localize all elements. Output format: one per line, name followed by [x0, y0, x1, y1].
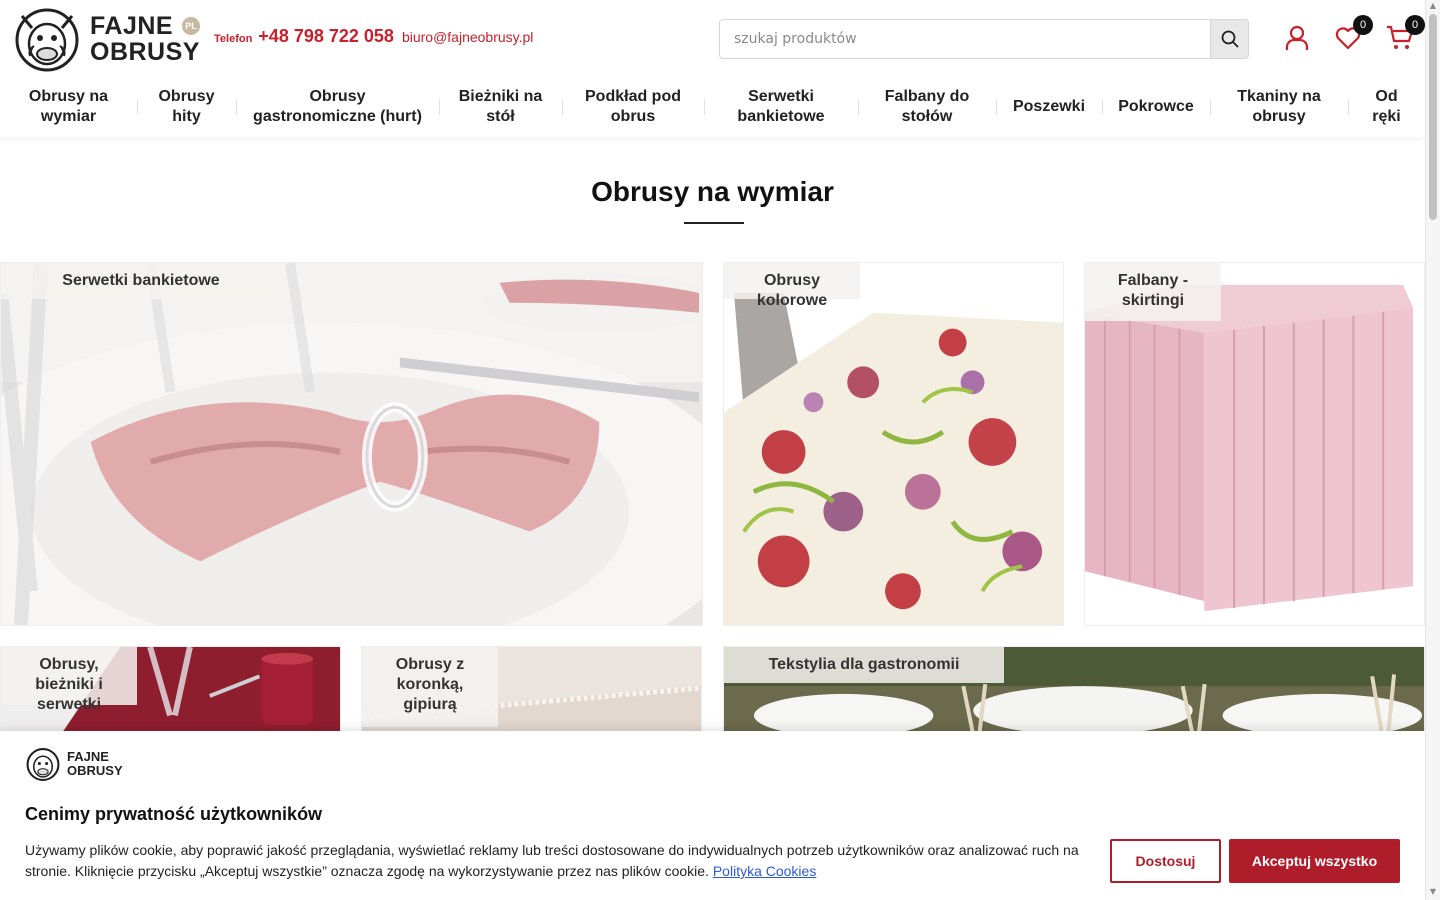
- user-icon: [1285, 25, 1309, 50]
- nav-item-label: Obrusy na wymiar: [28, 88, 109, 125]
- cookie-logo: FAJNE OBRUSY: [25, 747, 123, 781]
- nav-item-label: Podkład pod obrus: [585, 88, 681, 125]
- cookie-policy-link[interactable]: Polityka Cookies: [713, 863, 817, 879]
- tile-label: Obrusy z koronką, gipiurą: [362, 647, 498, 727]
- account-button[interactable]: [1281, 22, 1313, 54]
- floral-tablecloth-image: [724, 263, 1063, 625]
- nav-item-tkaniny[interactable]: Tkaniny na obrusy: [1210, 77, 1348, 137]
- nav-item-label: Serwetki bankietowe: [737, 88, 825, 125]
- cookie-text: Używamy plików cookie, aby poprawić jako…: [25, 840, 1090, 882]
- scroll-down-icon[interactable]: ▼: [1429, 888, 1437, 896]
- nav-item-serwetki[interactable]: Serwetki bankietowe: [704, 77, 858, 137]
- logo[interactable]: FAJNE OBRUSY PL: [12, 6, 204, 72]
- customize-button[interactable]: Dostosuj: [1110, 839, 1221, 883]
- contact-info: Telefon +48 798 722 058 biuro@fajneobrus…: [214, 26, 533, 47]
- search-icon: [1221, 30, 1238, 48]
- search-button[interactable]: [1210, 20, 1248, 58]
- logo-cow-icon: [15, 8, 79, 72]
- title-divider: [684, 222, 744, 224]
- cart-count-badge: 0: [1405, 15, 1425, 35]
- tile-label: Serwetki bankietowe: [1, 263, 281, 299]
- category-tile-falbany[interactable]: Falbany - skirtingi: [1084, 262, 1425, 626]
- phone-label: Telefon: [214, 33, 253, 45]
- tile-label: Obrusy, bieżniki i serwetki: [1, 647, 137, 713]
- cookie-banner: FAJNE OBRUSY Cenimy prywatność użytkowni…: [0, 731, 1425, 900]
- nav-item-label: Obrusy gastronomiczne (hurt): [253, 88, 422, 125]
- nav-item-od-reki[interactable]: Od ręki: [1348, 77, 1425, 137]
- category-tile-koronka[interactable]: Obrusy z koronką, gipiurą: [361, 646, 702, 736]
- nav-item-label: Pokrowce: [1118, 98, 1194, 115]
- nav-item-obrusy-na-wymiar[interactable]: Obrusy na wymiar: [0, 77, 137, 137]
- cookie-logo-line2: OBRUSY: [67, 763, 123, 778]
- nav-item-label: Tkaniny na obrusy: [1237, 88, 1321, 125]
- category-tile-obrusy-bezniki[interactable]: Obrusy, bieżniki i serwetki: [0, 646, 341, 736]
- nav-item-pokrowce[interactable]: Pokrowce: [1102, 77, 1210, 137]
- nav-item-label: Falbany do stołów: [884, 88, 970, 125]
- accept-all-button[interactable]: Akceptuj wszystko: [1229, 839, 1400, 883]
- nav-item-poszewki[interactable]: Poszewki: [996, 77, 1102, 137]
- cookie-logo-line1: FAJNE: [67, 749, 109, 764]
- nav-item-label: Poszewki: [1012, 98, 1086, 115]
- cookie-title: Cenimy prywatność użytkowników: [25, 804, 323, 824]
- nav-item-label: Od ręki: [1372, 88, 1401, 125]
- site-header: FAJNE OBRUSY PL Telefon +48 798 722 058 …: [0, 0, 1425, 137]
- tile-label: Falbany - skirtingi: [1085, 263, 1221, 321]
- logo-cow-icon: [26, 748, 60, 781]
- search-input[interactable]: [720, 20, 1210, 58]
- page-scrollbar[interactable]: ▲ ▼: [1425, 0, 1440, 900]
- wishlist-count-badge: 0: [1353, 15, 1373, 35]
- scroll-up-icon[interactable]: ▲: [1429, 2, 1437, 10]
- napkin-ring-image: [1, 263, 702, 625]
- main-nav: Obrusy na wymiar Obrusy hity Obrusy gast…: [0, 77, 1425, 137]
- nav-item-label: Obrusy hity: [158, 88, 215, 125]
- search-bar: [719, 19, 1249, 59]
- nav-item-falbany[interactable]: Falbany do stołów: [858, 77, 996, 137]
- logo-pl-badge: PL: [182, 17, 200, 35]
- category-tile-obrusy-kolorowe[interactable]: Obrusy kolorowe: [723, 262, 1064, 626]
- logo-line2: OBRUSY: [90, 38, 200, 66]
- cookie-text-body: Używamy plików cookie, aby poprawić jako…: [25, 842, 1079, 879]
- page-title: Obrusy na wymiar: [591, 176, 834, 207]
- tile-label: Obrusy kolorowe: [724, 263, 860, 309]
- wishlist-button[interactable]: 0: [1332, 15, 1373, 54]
- scrollbar-thumb[interactable]: [1429, 14, 1437, 220]
- phone-link[interactable]: +48 798 722 058: [258, 26, 394, 47]
- nav-item-label: Bieżniki na stół: [458, 88, 543, 125]
- logo-wordmark: FAJNE OBRUSY PL: [90, 13, 200, 65]
- category-tile-gastronomia[interactable]: Tekstylia dla gastronomii: [723, 646, 1425, 736]
- nav-item-obrusy-gastronomiczne[interactable]: Obrusy gastronomiczne (hurt): [236, 77, 439, 137]
- category-tile-serwetki[interactable]: Serwetki bankietowe: [0, 262, 703, 626]
- email-link[interactable]: biuro@fajneobrusy.pl: [402, 29, 533, 45]
- nav-item-obrusy-hity[interactable]: Obrusy hity: [137, 77, 236, 137]
- cookie-logo-wordmark: FAJNE OBRUSY: [67, 750, 123, 778]
- nav-item-podklad[interactable]: Podkład pod obrus: [562, 77, 704, 137]
- tile-label: Tekstylia dla gastronomii: [724, 647, 1004, 683]
- cart-button[interactable]: 0: [1384, 15, 1425, 54]
- nav-item-bezniki[interactable]: Bieżniki na stół: [439, 77, 562, 137]
